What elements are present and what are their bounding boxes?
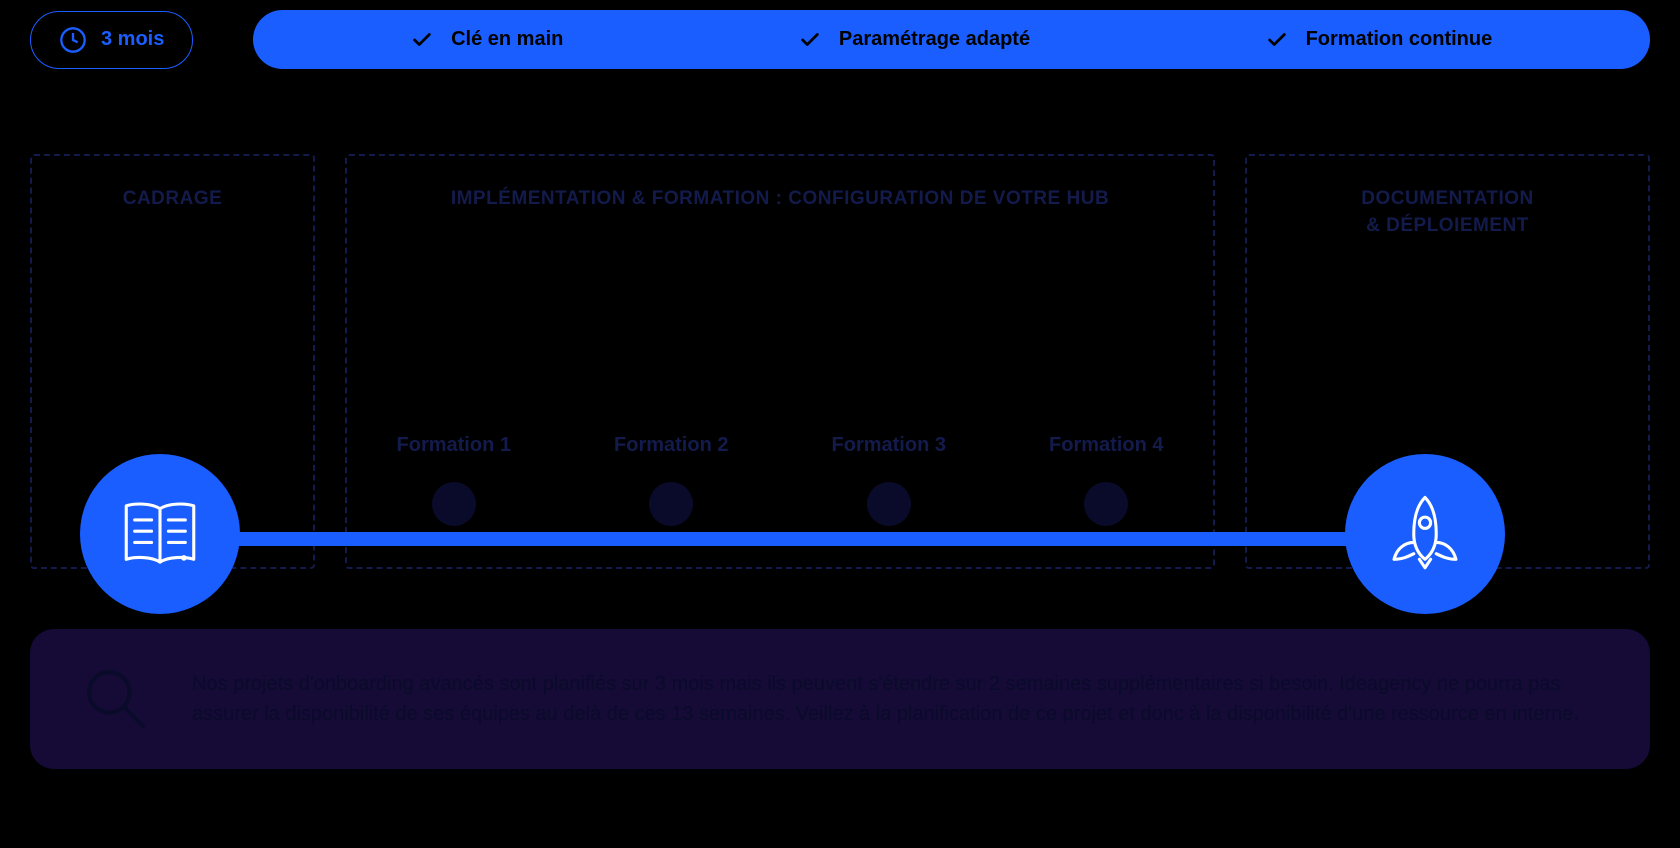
formation-item: Formation 3: [832, 434, 946, 634]
duration-label: 3 mois: [101, 28, 164, 51]
phase-title: CADRAGE: [42, 186, 303, 213]
phase-title: DOCUMENTATION & DÉPLOIEMENT: [1257, 186, 1638, 239]
top-row: 3 mois Clé en main Paramétrage adapté Fo…: [30, 10, 1650, 69]
feature-label: Formation continue: [1306, 28, 1493, 51]
features-bar: Clé en main Paramétrage adapté Formation…: [253, 10, 1650, 69]
phase-title-line2: & DÉPLOIEMENT: [1366, 215, 1529, 236]
feature-item: Paramétrage adapté: [799, 28, 1030, 51]
formation-dot: [1084, 482, 1128, 526]
formation-dot: [432, 482, 476, 526]
feature-label: Paramétrage adapté: [839, 28, 1030, 51]
note-text: Nos projets d'onboarding avancés sont pl…: [192, 669, 1600, 729]
check-icon: [411, 29, 433, 51]
phase-title: IMPLÉMENTATION & FORMATION : CONFIGURATI…: [357, 186, 1203, 213]
deployment-circle: [1345, 454, 1505, 614]
check-icon: [1266, 29, 1288, 51]
formation-label: Formation 3: [832, 434, 946, 457]
book-icon: [115, 489, 205, 579]
formations-row: Formation 1 Formation 2 Formation 3 Form…: [345, 434, 1215, 634]
formation-label: Formation 4: [1049, 434, 1163, 457]
phase-title-line1: DOCUMENTATION: [1361, 188, 1534, 209]
rocket-icon: [1380, 489, 1470, 579]
cadrage-circle: [80, 454, 240, 614]
feature-label: Clé en main: [451, 28, 563, 51]
clock-icon: [59, 26, 87, 54]
duration-badge: 3 mois: [30, 11, 193, 69]
formation-label: Formation 2: [614, 434, 728, 457]
magnifier-icon: [80, 663, 152, 735]
formation-item: Formation 1: [397, 434, 511, 634]
formation-item: Formation 2: [614, 434, 728, 634]
note-box: Nos projets d'onboarding avancés sont pl…: [30, 629, 1650, 769]
formation-item: Formation 4: [1049, 434, 1163, 634]
feature-item: Formation continue: [1266, 28, 1493, 51]
formation-label: Formation 1: [397, 434, 511, 457]
check-icon: [799, 29, 821, 51]
feature-item: Clé en main: [411, 28, 563, 51]
timeline-wrap: CADRAGE IMPLÉMENTATION & FORMATION : CON…: [30, 154, 1650, 569]
formation-dot: [867, 482, 911, 526]
formation-dot: [649, 482, 693, 526]
